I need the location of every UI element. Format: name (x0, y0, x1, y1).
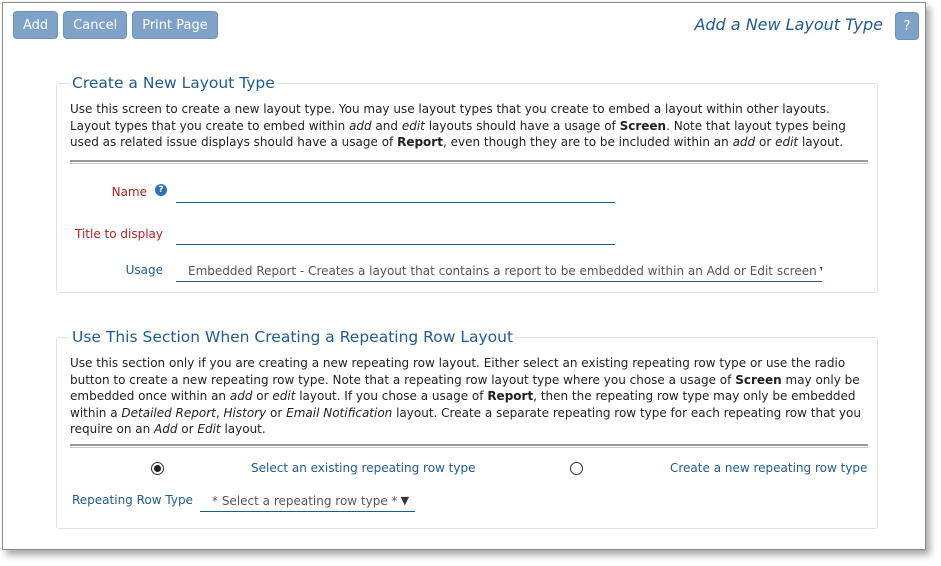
usage-select[interactable]: Embedded Report - Creates a layout that … (176, 260, 822, 282)
section-description: Use this screen to create a new layout t… (70, 101, 870, 151)
section-title: Use This Section When Creating a Repeati… (69, 328, 517, 346)
repeating-row-type-select[interactable]: * Select a repeating row type * ▼ (200, 490, 415, 512)
description-text: , even though they are to be included wi… (442, 135, 733, 149)
repeating-row-section: Use This Section When Creating a Repeati… (56, 328, 878, 529)
chevron-down-icon: ▼ (820, 264, 822, 277)
description-text: or (252, 389, 273, 403)
description-text: layout. (220, 422, 266, 436)
radio-existing-label[interactable]: Select an existing repeating row type (251, 461, 475, 475)
print-page-button[interactable]: Print Page (132, 11, 218, 39)
section-divider (70, 444, 868, 448)
create-layout-type-section: Create a New Layout Type Use this screen… (56, 74, 878, 293)
description-text: add (229, 389, 253, 403)
cancel-button[interactable]: Cancel (63, 11, 128, 39)
name-input[interactable] (176, 183, 615, 203)
app-window: Add Cancel Print Page Add a New Layout T… (2, 2, 926, 550)
description-text: or (177, 422, 198, 436)
help-circle-icon[interactable]: ? (155, 184, 167, 196)
description-text: Email Notification (286, 405, 393, 420)
description-text: Screen (619, 118, 667, 133)
section-title: Create a New Layout Type (69, 74, 278, 92)
page-title: Add a New Layout Type (694, 15, 883, 34)
description-text: layout. (798, 135, 844, 149)
description-text: Detailed Report (121, 405, 216, 420)
radio-new-row-type[interactable] (570, 462, 583, 475)
description-text: edit (401, 118, 425, 133)
usage-select-value: Embedded Report - Creates a layout that … (188, 263, 817, 278)
section-divider (70, 160, 868, 164)
description-text: Report (397, 135, 443, 149)
radio-new-label[interactable]: Create a new repeating row type (670, 461, 867, 475)
description-text: History (223, 405, 267, 420)
section-description: Use this section only if you are creatin… (70, 355, 870, 438)
description-text: edit (272, 389, 296, 403)
description-text: Edit (197, 422, 221, 436)
title-to-display-label: Title to display (74, 227, 163, 241)
description-text: , (215, 405, 224, 420)
description-text: or (755, 135, 776, 149)
toolbar: Add Cancel Print Page (13, 11, 218, 41)
usage-label: Usage (125, 263, 163, 277)
repeating-row-select-value: * Select a repeating row type * (212, 493, 398, 508)
description-text: Screen (735, 372, 782, 387)
add-button[interactable]: Add (13, 11, 59, 39)
repeating-row-type-label: Repeating Row Type (72, 493, 193, 507)
radio-selected-dot (154, 465, 161, 472)
chevron-down-icon: ▼ (400, 494, 410, 507)
description-text: Report (487, 389, 534, 403)
help-button[interactable]: ? (895, 12, 919, 40)
title-to-display-input[interactable] (176, 225, 615, 245)
description-text: layouts should have a usage of (424, 118, 620, 133)
name-label: Name (111, 185, 147, 199)
description-text: or (266, 405, 287, 420)
description-text: edit (775, 135, 799, 149)
description-text: add (349, 118, 372, 133)
radio-existing-row-type[interactable] (151, 462, 164, 475)
description-text: and (371, 118, 402, 133)
description-text: add (732, 135, 756, 149)
description-text: Use this section only if you are creatin… (70, 356, 846, 387)
description-text: layout. If you chose a usage of (295, 389, 488, 403)
description-text: Add (154, 422, 178, 436)
